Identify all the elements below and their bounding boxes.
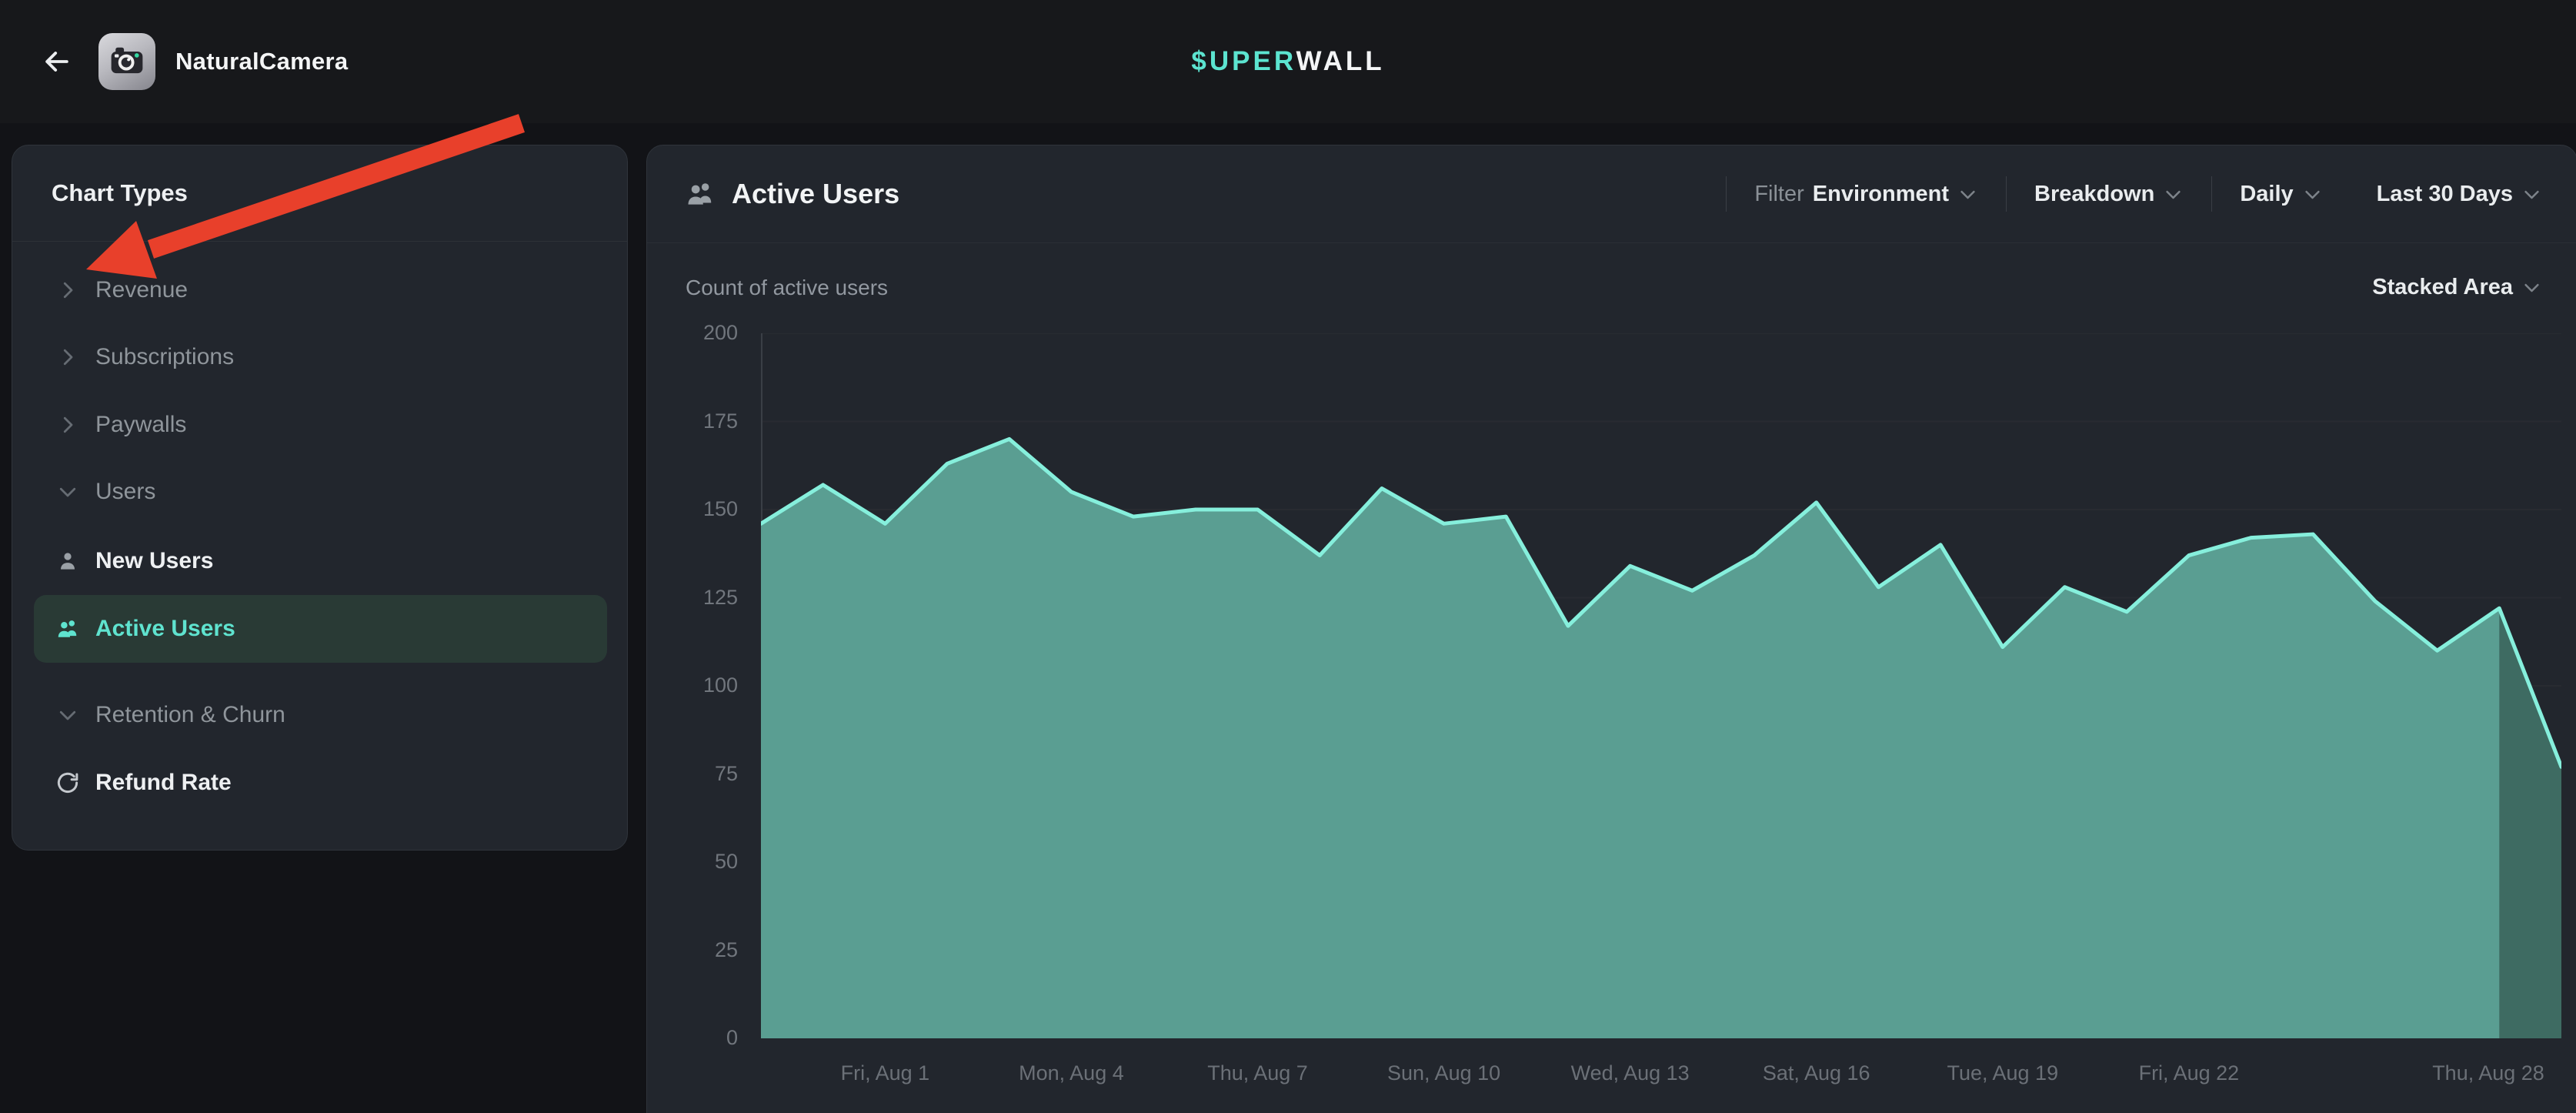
chevron-down-icon (56, 480, 79, 503)
x-axis-label: Mon, Aug 4 (1019, 1061, 1124, 1085)
y-axis-label: 25 (647, 938, 738, 962)
chevron-down-icon (1957, 184, 1978, 205)
chart-subheader: Count of active users Stacked Area (647, 244, 2576, 331)
chevron-down-icon (2521, 184, 2542, 205)
sidebar-item-label: Active Users (95, 616, 235, 642)
sidebar-item-label: Refund Rate (95, 770, 232, 796)
sidebar-item-label: Paywalls (95, 412, 186, 438)
sidebar-item-revenue[interactable]: Revenue (34, 256, 607, 324)
chart-types-title: Chart Types (52, 145, 188, 241)
logo-rest: WALL (1296, 46, 1384, 76)
arrow-left-icon (40, 45, 74, 79)
chevron-right-icon (56, 346, 79, 369)
area-fill (761, 439, 2561, 1038)
sidebar-item-retention-churn[interactable]: Retention & Churn (34, 681, 607, 749)
x-axis-label: Sun, Aug 10 (1387, 1061, 1500, 1085)
divider (2211, 176, 2212, 212)
camera-icon (107, 42, 147, 82)
date-range-value: Last 30 Days (2377, 182, 2513, 207)
y-axis-label: 100 (647, 673, 738, 697)
chart-subtitle: Count of active users (686, 276, 888, 300)
sidebar-item-label: Subscriptions (95, 344, 234, 370)
app-icon-camera (98, 33, 155, 90)
x-axis-label: Sat, Aug 16 (1763, 1061, 1870, 1085)
chevron-down-icon (2521, 277, 2542, 298)
superwall-logo: $UPERWALL (1191, 46, 1384, 77)
chart-type-dropdown[interactable]: Stacked Area (2372, 275, 2542, 300)
environment-filter-dropdown[interactable]: Filter Environment (1754, 182, 1978, 207)
sidebar-item-refund-rate[interactable]: Refund Rate (34, 749, 607, 817)
filter-label: Filter (1754, 182, 1804, 207)
y-axis-label: 200 (647, 321, 738, 345)
y-axis-label: 50 (647, 850, 738, 874)
x-axis-label: Fri, Aug 22 (2139, 1061, 2240, 1085)
x-axis-label: Tue, Aug 19 (1947, 1061, 2058, 1085)
users-icon (686, 179, 715, 209)
divider (1726, 176, 1727, 212)
divider (2006, 176, 2007, 212)
panel-header: Active Users Filter Environment Breakdow… (647, 145, 2576, 243)
chevron-down-icon (2163, 184, 2184, 205)
sidebar-item-active-users[interactable]: Active Users (34, 595, 607, 663)
area-fill-partial (2499, 608, 2561, 1038)
sidebar-item-paywalls[interactable]: Paywalls (34, 391, 607, 459)
chevron-right-icon (56, 279, 79, 302)
sidebar-item-users[interactable]: Users (34, 458, 607, 526)
stacked-area-chart (761, 333, 2561, 1038)
y-axis-label: 150 (647, 497, 738, 521)
date-range-dropdown[interactable]: Last 30 Days (2377, 182, 2542, 207)
sidebar-item-label: New Users (95, 548, 213, 574)
x-axis-label: Wed, Aug 13 (1571, 1061, 1690, 1085)
chevron-down-icon (56, 704, 79, 727)
filter-bar: Filter Environment Breakdown Daily Last … (1698, 176, 2542, 212)
y-axis-label: 0 (647, 1026, 738, 1050)
divider (12, 241, 627, 242)
sidebar-item-label: Revenue (95, 277, 188, 303)
logo-accent: $UPER (1191, 46, 1296, 76)
chart-types-panel: Chart Types Revenue Subscriptions Paywalls… (12, 145, 628, 851)
sidebar-item-new-users[interactable]: New Users (34, 527, 607, 595)
y-axis-label: 175 (647, 409, 738, 433)
y-axis-label: 125 (647, 586, 738, 610)
user-icon (56, 550, 79, 573)
sidebar-item-label: Retention & Churn (95, 702, 285, 728)
app-name: NaturalCamera (175, 48, 348, 75)
chevron-right-icon (56, 413, 79, 436)
interval-value: Daily (2240, 182, 2293, 207)
refresh-icon (56, 771, 79, 794)
environment-filter-value: Environment (1813, 182, 1949, 207)
top-bar: NaturalCamera $UPERWALL (0, 0, 2576, 123)
x-axis-label: Thu, Aug 28 (2432, 1061, 2544, 1085)
sidebar-item-label: Users (95, 479, 155, 505)
chevron-down-icon (2302, 184, 2323, 205)
x-axis-label: Fri, Aug 1 (841, 1061, 930, 1085)
back-button[interactable] (34, 38, 80, 85)
sidebar-item-subscriptions[interactable]: Subscriptions (34, 323, 607, 391)
breakdown-dropdown[interactable]: Breakdown (2034, 182, 2184, 207)
panel-title: Active Users (732, 178, 899, 210)
active-users-panel: Active Users Filter Environment Breakdow… (646, 145, 2576, 1113)
x-axis-label: Thu, Aug 7 (1207, 1061, 1308, 1085)
users-icon (56, 617, 79, 640)
y-axis-label: 75 (647, 762, 738, 786)
interval-dropdown[interactable]: Daily (2240, 182, 2322, 207)
chart-type-value: Stacked Area (2372, 275, 2513, 300)
breakdown-value: Breakdown (2034, 182, 2154, 207)
